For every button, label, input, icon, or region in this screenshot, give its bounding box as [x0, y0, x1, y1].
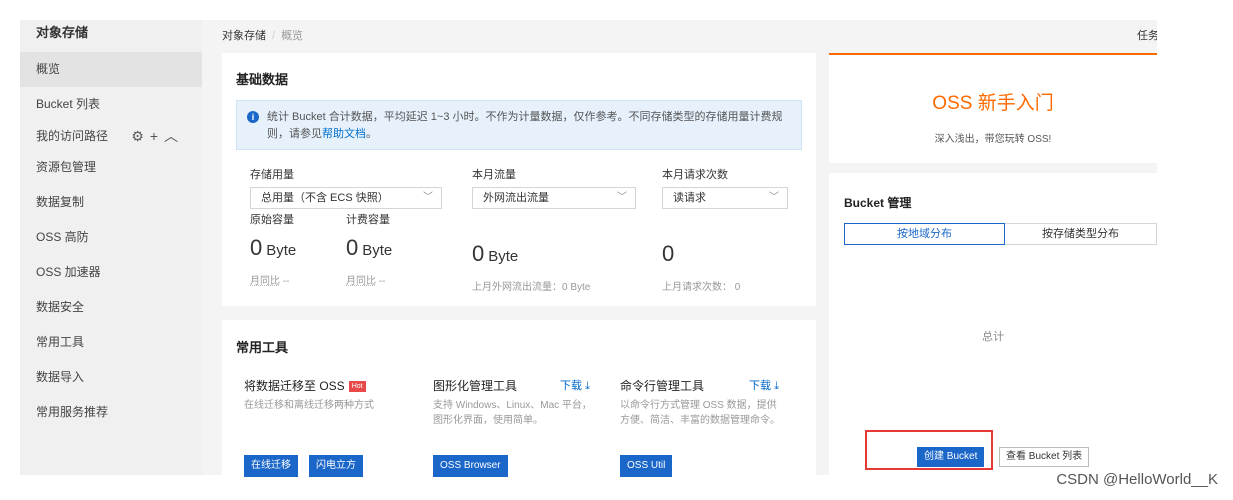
desc-line: 图形化界面，使用简单。	[433, 415, 543, 426]
info-icon: i	[247, 111, 259, 123]
gui-tool-desc: 支持 Windows、Linux、Mac 平台， 图形化界面，使用简单。	[433, 398, 592, 428]
billing-capacity-label: 计费容量	[346, 214, 390, 226]
sidebar-item-overview[interactable]: 概览	[20, 52, 202, 87]
value-unit: Byte	[488, 248, 519, 265]
breadcrumb-separator: /	[272, 30, 276, 42]
oss-util-button[interactable]: OSS Util	[620, 455, 673, 477]
chevron-up-icon[interactable]: ︿	[164, 122, 184, 150]
storage-usage-select[interactable]: 总用量（不含 ECS 快照） ﹀	[250, 187, 442, 209]
watermark: CSDN @HelloWorld__K	[1056, 471, 1218, 488]
basic-data-card: 基础数据 i 统计 Bucket 合计数据，平均延迟 1~3 小时。不作为计量数…	[222, 53, 816, 306]
request-type-select[interactable]: 读请求 ﹀	[662, 187, 788, 209]
sidebar-item-data-replication[interactable]: 数据复制	[20, 185, 202, 220]
basic-data-title: 基础数据	[236, 72, 289, 87]
value-unit: Byte	[362, 242, 393, 259]
oss-intro-subtitle: 深入浅出，带您玩转 OSS!	[934, 134, 1052, 145]
cli-download-link[interactable]: 下载 ⤓	[749, 377, 779, 393]
access-path-actions: ⚙+︿	[131, 122, 184, 150]
tool-label: 将数据迁移至 OSS	[244, 379, 345, 393]
download-icon: ⤓	[585, 380, 590, 392]
breadcrumb-current: 概览	[281, 30, 304, 42]
chevron-down-icon: ﹀	[423, 192, 433, 203]
gui-tool-name: 图形化管理工具	[433, 379, 518, 393]
sidebar-item-oss-accelerator[interactable]: OSS 加速器	[20, 255, 202, 290]
plus-icon[interactable]: +	[150, 122, 164, 150]
breadcrumb: 对象存储 / 概览	[222, 27, 303, 43]
last-month-requests: 上月请求次数： 0	[662, 282, 741, 293]
lightning-cube-button[interactable]: 闪电立方	[309, 455, 363, 477]
storage-usage-label: 存储用量	[250, 169, 294, 181]
sidebar-item-access-path[interactable]: 我的访问路径 ⚙+︿	[20, 122, 202, 150]
value-number: 0	[472, 241, 485, 266]
mom-label: 月同比	[250, 276, 280, 287]
main-content: 对象存储 / 概览 任务 基础数据 i 统计 Bucket 合计数据，平均延迟 1~…	[202, 20, 1157, 477]
monthly-requests-value: 0	[662, 241, 675, 266]
sidebar-item-recommended-services[interactable]: 常用服务推荐	[20, 395, 202, 430]
sidebar: 对象存储 概览 Bucket 列表 我的访问路径 ⚙+︿ 资源包管理 数据复制 …	[20, 20, 202, 475]
oss-browser-button[interactable]: OSS Browser	[433, 455, 508, 477]
migrate-tool-desc: 在线迁移和离线迁移两种方式	[244, 400, 374, 411]
migrate-tool-name: 将数据迁移至 OSS Hot	[244, 377, 366, 394]
mom-value: --	[282, 276, 290, 287]
chevron-down-icon: ﹀	[617, 192, 627, 203]
select-value: 读请求	[673, 192, 706, 204]
desc-line: 支持 Windows、Linux、Mac 平台，	[433, 400, 592, 411]
sidebar-item-oss-ddos[interactable]: OSS 高防	[20, 220, 202, 255]
traffic-type-select[interactable]: 外网流出流量 ﹀	[472, 187, 636, 209]
sidebar-item-bucket-list[interactable]: Bucket 列表	[20, 87, 202, 122]
billing-mom: 月同比 --	[346, 272, 385, 287]
hot-badge: Hot	[348, 381, 366, 393]
gui-download-link[interactable]: 下载 ⤓	[560, 377, 590, 393]
mom-label: 月同比	[346, 276, 376, 287]
last-month-traffic: 上月外网流出流量：0 Byte	[472, 282, 591, 293]
gear-icon[interactable]: ⚙	[131, 122, 150, 150]
oss-intro-title: OSS 新手入门	[932, 93, 1054, 114]
billing-capacity-value: 0 Byte	[346, 235, 392, 261]
monthly-traffic-value: 0 Byte	[472, 241, 518, 267]
desc-line: 方便、简洁、丰富的数据管理命令。	[620, 415, 780, 426]
top-right-link[interactable]: 任务	[1137, 27, 1157, 43]
cli-tool-name: 命令行管理工具	[620, 379, 705, 393]
common-tools-title: 常用工具	[236, 340, 289, 355]
tab-by-region[interactable]: 按地域分布	[844, 223, 1005, 245]
desc-line: 以命令行方式管理 OSS 数据，提供	[620, 400, 777, 411]
sidebar-title: 对象存储	[36, 25, 89, 40]
cli-tool-desc: 以命令行方式管理 OSS 数据，提供 方便、简洁、丰富的数据管理命令。	[620, 398, 780, 428]
mom-value: --	[378, 276, 386, 287]
online-migration-button[interactable]: 在线迁移	[244, 455, 298, 477]
value-number: 0	[346, 235, 359, 260]
select-value: 总用量（不含 ECS 快照）	[261, 192, 389, 204]
download-label: 下载	[560, 380, 582, 392]
common-tools-card: 常用工具 将数据迁移至 OSS Hot 在线迁移和离线迁移两种方式 在线迁移 闪电…	[222, 320, 816, 477]
original-capacity-value: 0 Byte	[250, 235, 296, 261]
value-number: 0	[250, 235, 263, 260]
download-icon: ⤓	[774, 380, 779, 392]
sidebar-item-data-security[interactable]: 数据安全	[20, 290, 202, 325]
original-capacity-label: 原始容量	[250, 214, 294, 226]
help-doc-link[interactable]: 帮助文档	[322, 128, 366, 140]
view-bucket-list-button[interactable]: 查看 Bucket 列表	[999, 447, 1090, 467]
original-mom: 月同比 --	[250, 272, 289, 287]
sidebar-item-data-import[interactable]: 数据导入	[20, 360, 202, 395]
sidebar-item-resource-packages[interactable]: 资源包管理	[20, 150, 202, 185]
info-notice: i 统计 Bucket 合计数据，平均延迟 1~3 小时。不作为计量数据，仅作参…	[236, 100, 802, 150]
chevron-down-icon: ﹀	[769, 192, 779, 203]
highlight-annotation-box	[865, 430, 993, 470]
total-label: 总计	[982, 331, 1004, 343]
value-unit: Byte	[266, 242, 297, 259]
monthly-requests-label: 本月请求次数	[662, 169, 728, 181]
bucket-management-title: Bucket 管理	[844, 196, 912, 210]
oss-getting-started-card[interactable]: OSS 新手入门 深入浅出，带您玩转 OSS!	[829, 53, 1157, 163]
tab-by-storage-class[interactable]: 按存储类型分布	[1005, 223, 1157, 245]
select-value: 外网流出流量	[483, 192, 549, 204]
notice-suffix: 。	[366, 128, 377, 140]
monthly-traffic-label: 本月流量	[472, 169, 516, 181]
download-label: 下载	[749, 380, 771, 392]
sidebar-item-common-tools[interactable]: 常用工具	[20, 325, 202, 360]
breadcrumb-root[interactable]: 对象存储	[222, 30, 266, 42]
sidebar-item-label: 我的访问路径	[36, 129, 109, 143]
